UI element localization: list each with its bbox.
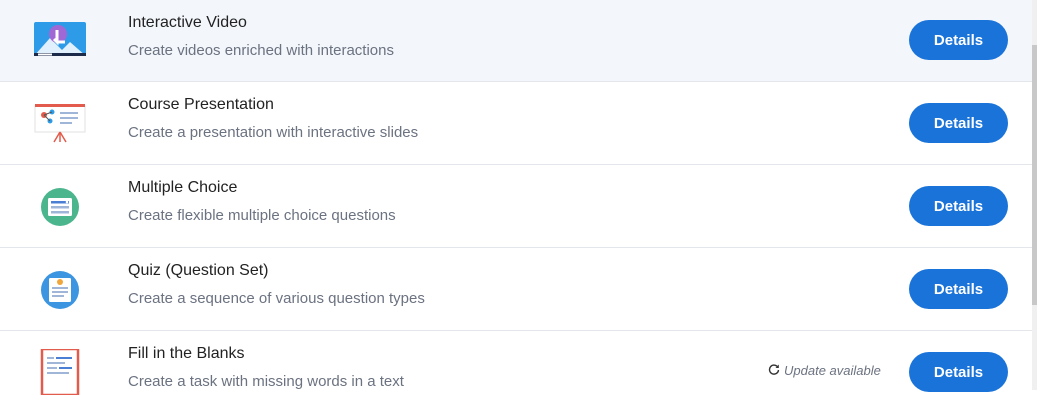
details-button[interactable]: Details <box>909 352 1008 392</box>
details-button[interactable]: Details <box>909 20 1008 60</box>
item-title: Multiple Choice <box>128 179 238 196</box>
list-item-course-presentation[interactable]: Course Presentation Create a presentatio… <box>0 82 1032 165</box>
item-description: Create a task with missing words in a te… <box>128 373 404 390</box>
item-title: Interactive Video <box>128 14 247 31</box>
content-type-list: Interactive Video Create videos enriched… <box>0 0 1032 397</box>
details-button[interactable]: Details <box>909 186 1008 226</box>
refresh-icon <box>768 363 780 378</box>
item-description: Create flexible multiple choice question… <box>128 207 396 224</box>
list-item-question-set[interactable]: Quiz (Question Set) Create a sequence of… <box>0 248 1032 331</box>
scrollbar-track[interactable] <box>1032 0 1037 390</box>
item-title: Fill in the Blanks <box>128 345 245 362</box>
details-button[interactable]: Details <box>909 269 1008 309</box>
item-description: Create a presentation with interactive s… <box>128 124 419 141</box>
interactive-video-icon <box>32 18 88 64</box>
course-presentation-icon <box>32 100 88 146</box>
details-button[interactable]: Details <box>909 103 1008 143</box>
item-title: Quiz (Question Set) <box>128 262 269 279</box>
item-description: Create a sequence of various question ty… <box>128 290 425 307</box>
list-item-fill-in-the-blanks[interactable]: Fill in the Blanks Create a task with mi… <box>0 331 1032 397</box>
fill-in-the-blanks-icon <box>32 347 88 397</box>
list-item-multiple-choice[interactable]: Multiple Choice Create flexible multiple… <box>0 165 1032 248</box>
scrollbar-thumb[interactable] <box>1032 45 1037 305</box>
update-available-status[interactable]: Update available <box>768 363 881 378</box>
update-available-label: Update available <box>784 363 881 378</box>
list-item-interactive-video[interactable]: Interactive Video Create videos enriched… <box>0 0 1032 82</box>
item-description: Create videos enriched with interactions <box>128 42 394 59</box>
item-title: Course Presentation <box>128 96 274 113</box>
question-set-icon <box>32 266 88 312</box>
multiple-choice-icon <box>32 183 88 229</box>
